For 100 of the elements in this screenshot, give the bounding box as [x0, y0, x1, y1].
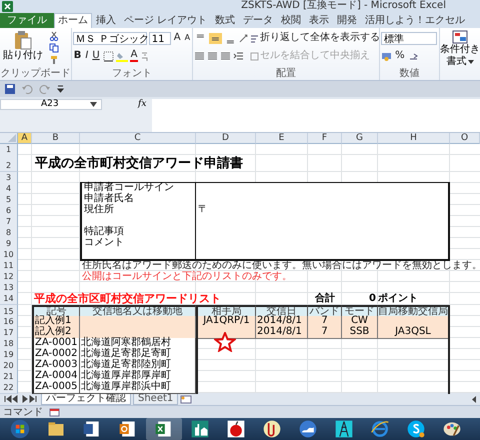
note-text: 住所氏名はアワード郵送のためのみに使います。無い場合にはアワードを無効とします。: [81, 260, 480, 272]
table-cell: [378, 316, 450, 328]
status-text: コマンド: [3, 406, 43, 418]
row-number: 20: [0, 360, 18, 372]
input-field[interactable]: [196, 183, 450, 196]
paste-button[interactable]: 貼り付け: [1, 30, 45, 62]
column-header[interactable]: A: [18, 133, 32, 144]
building-icon[interactable]: [190, 419, 210, 440]
row-number: 3: [0, 172, 18, 184]
underline-button[interactable]: U: [91, 50, 101, 62]
note-text: 公開はコールサインと下記のリストのみです。: [81, 271, 293, 284]
input-field[interactable]: 〒: [196, 205, 450, 218]
currency-icon[interactable]: [381, 50, 392, 62]
percent-button[interactable]: %: [394, 50, 406, 62]
align-icon[interactable]: [208, 32, 222, 44]
table-cell: 2014/8/1: [256, 327, 308, 340]
row-number: 9: [0, 238, 18, 250]
ribbon-tab[interactable]: データ: [239, 13, 278, 28]
number-format-field[interactable]: 標準: [381, 32, 438, 45]
browser-icon[interactable]: [370, 419, 390, 440]
grow-font-button[interactable]: A: [172, 32, 182, 44]
indent-icon[interactable]: [233, 50, 244, 62]
align-icon[interactable]: [194, 50, 206, 62]
insert-sheet-icon[interactable]: [180, 394, 192, 404]
orientation-icon[interactable]: [238, 32, 250, 44]
row-number: 22: [0, 382, 18, 394]
apple-icon[interactable]: [226, 419, 246, 440]
row-number: 14: [0, 293, 18, 306]
table-cell: ZA-0005: [32, 382, 80, 394]
sheet-nav-icon[interactable]: [3, 395, 39, 404]
paperclip-icon[interactable]: [262, 419, 282, 440]
ribbon-tab[interactable]: 校閲: [277, 13, 306, 28]
field-label: 特記事項: [80, 227, 196, 240]
align-icon[interactable]: [207, 50, 218, 62]
row-number: 6: [0, 205, 18, 218]
row-number: 16: [0, 316, 18, 328]
wrap-icon: [250, 34, 260, 43]
list-title: 平成の全市区町村交信アワードリスト: [33, 293, 222, 306]
group-label: クリップボード: [0, 68, 71, 80]
row-number: 12: [0, 271, 18, 284]
input-field[interactable]: [196, 249, 450, 262]
row-number: 4: [0, 183, 18, 196]
row-number: 5: [0, 194, 18, 206]
ribbon-tab[interactable]: ホーム: [54, 13, 92, 28]
ribbon-tab[interactable]: 表示: [305, 13, 334, 28]
decimal-icon[interactable]: [408, 50, 419, 62]
table-icon: [452, 30, 468, 44]
customize-icon[interactable]: [57, 84, 64, 94]
merge-icon: [250, 52, 260, 61]
font-name-field[interactable]: ＭＳ Ｐゴシック: [72, 32, 147, 45]
italic-button[interactable]: I: [84, 50, 90, 62]
globe-icon[interactable]: [298, 419, 318, 440]
field-label: 現住所: [80, 205, 196, 218]
border-icon[interactable]: [102, 50, 114, 62]
wrap-text-button[interactable]: 折り返して全体を表示する: [250, 32, 380, 44]
row-number: 10: [0, 249, 18, 262]
ribbon-tab[interactable]: 開発: [333, 13, 362, 28]
font-color-button[interactable]: A: [130, 50, 138, 62]
tower-icon[interactable]: [334, 419, 354, 440]
row-number: 21: [0, 371, 18, 384]
row-number: 7: [0, 216, 18, 228]
conditional-format-button[interactable]: 条件付き 書式: [440, 28, 480, 68]
clipboard-icon: [13, 30, 33, 50]
name-box[interactable]: A23: [0, 98, 102, 110]
scroll-left-icon[interactable]: [470, 394, 478, 404]
ribbon-tab[interactable]: ページ レイアウト: [120, 13, 212, 28]
fill-color-icon[interactable]: [116, 50, 128, 62]
table-cell: SSB: [342, 327, 378, 340]
group-label: 数値: [398, 68, 421, 80]
total-unit: ポイント: [378, 293, 418, 306]
align-icon[interactable]: [220, 50, 232, 62]
font-size-field[interactable]: 11: [148, 32, 171, 45]
row-number: 18: [0, 338, 18, 350]
spreadsheet-icon: [2, 0, 13, 12]
table-cell: 7: [308, 327, 342, 340]
copy-icon[interactable]: [49, 43, 59, 54]
macro-icon[interactable]: [49, 408, 60, 417]
caret-icon: [468, 60, 474, 64]
sheet-tab[interactable]: Sheet1: [133, 393, 178, 406]
group-label: 配置: [275, 68, 298, 80]
shrink-font-button[interactable]: A: [184, 32, 192, 44]
window-title: ZSKTS-AWD [互換モード] - Microsoft Excel: [241, 0, 447, 12]
phonetic-icon[interactable]: [140, 50, 150, 62]
ribbon-tab[interactable]: 挿入: [92, 13, 120, 28]
brush-icon[interactable]: [49, 55, 59, 66]
file-tab[interactable]: ファイル: [0, 13, 54, 28]
row-number: 17: [0, 327, 18, 340]
cut-icon[interactable]: [49, 31, 59, 42]
chat-icon[interactable]: [406, 419, 426, 440]
save-icon[interactable]: [5, 84, 15, 94]
ribbon-tab[interactable]: 数式: [211, 13, 240, 28]
row-number: 2: [0, 155, 18, 172]
field-label: コメント: [80, 238, 196, 250]
table-cell: 北海道厚岸郡浜中町: [80, 382, 196, 394]
row-number: 19: [0, 349, 18, 362]
bold-button[interactable]: B: [72, 50, 82, 62]
ribbon-tab[interactable]: 活用しよう！エクセル: [361, 13, 470, 28]
function-button[interactable]: fx: [138, 98, 146, 110]
row-number: 8: [0, 227, 18, 240]
start-icon[interactable]: [10, 419, 30, 440]
